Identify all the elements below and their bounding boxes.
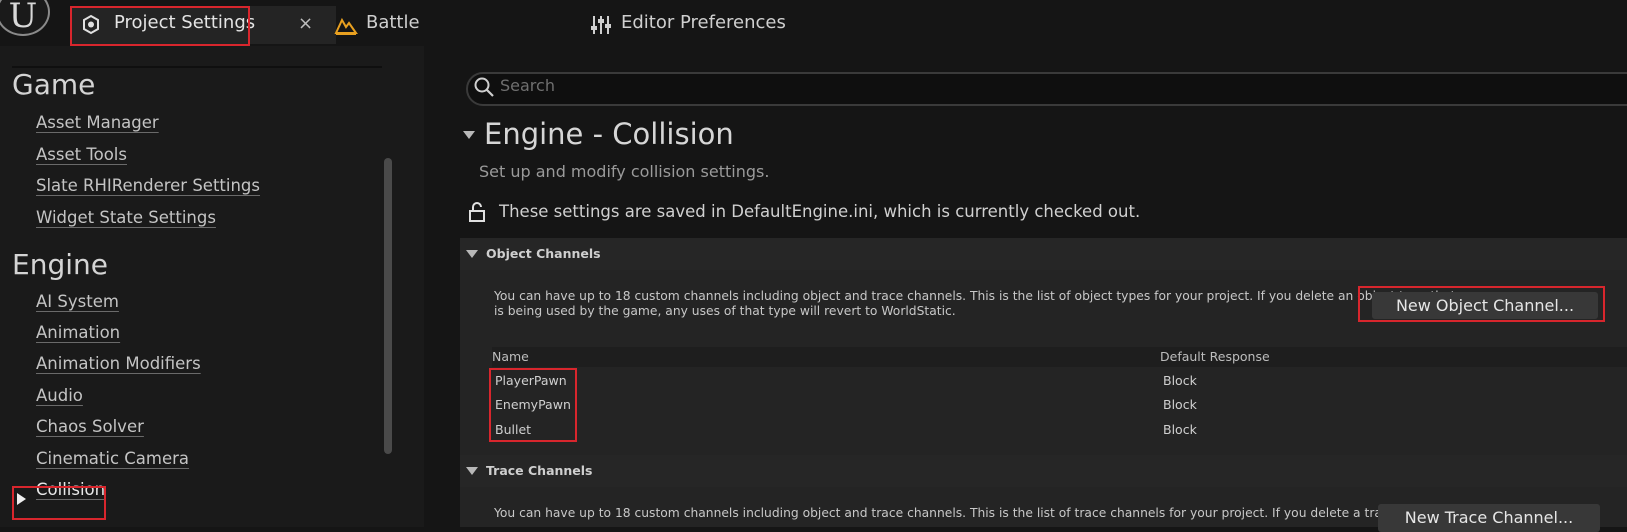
search-placeholder: Search (500, 76, 555, 95)
sidebar-item-chaos-solver[interactable]: Chaos Solver (36, 417, 144, 436)
unreal-logo-icon[interactable]: U (0, 0, 50, 36)
column-header-name[interactable]: Name (492, 349, 529, 364)
collapse-arrow-icon (466, 250, 478, 258)
channel-response: Block (1163, 397, 1197, 412)
sidebar-item-asset-manager[interactable]: Asset Manager (36, 113, 159, 132)
sidebar-scrollbar[interactable] (384, 158, 392, 454)
level-icon (334, 17, 358, 35)
search-icon (474, 77, 494, 97)
sidebar-item-animation-modifiers[interactable]: Animation Modifiers (36, 354, 201, 373)
section-heading-game: Game (12, 68, 96, 101)
category-object-channels[interactable]: Object Channels (460, 238, 1627, 270)
category-label: Trace Channels (486, 463, 593, 478)
unlock-icon (469, 202, 485, 222)
search-input[interactable] (466, 72, 1627, 106)
table-row[interactable]: Bullet Block (492, 418, 1627, 442)
channel-response: Block (1163, 373, 1197, 388)
sidebar-item-slate-rhirenderer[interactable]: Slate RHIRenderer Settings (36, 176, 260, 195)
collapse-arrow-icon (466, 467, 478, 475)
page-description: Set up and modify collision settings. (479, 162, 770, 181)
tab-label: Battle (366, 12, 420, 33)
collapse-arrow-icon[interactable] (463, 131, 475, 139)
new-trace-channel-button[interactable]: New Trace Channel... (1378, 504, 1600, 532)
category-trace-channels[interactable]: Trace Channels (460, 455, 1627, 487)
sidebar-item-widget-state[interactable]: Widget State Settings (36, 208, 216, 227)
table-row[interactable]: PlayerPawn Block (492, 369, 1627, 393)
sidebar-item-animation[interactable]: Animation (36, 323, 120, 342)
table-header: Name Default Response (492, 347, 1627, 367)
sidebar-item-ai-system[interactable]: AI System (36, 292, 119, 311)
trace-channels-desc-line1: You can have up to 18 custom channels in… (494, 506, 1449, 520)
sidebar-item-audio[interactable]: Audio (36, 386, 83, 405)
column-header-default-response[interactable]: Default Response (1160, 349, 1270, 364)
page-title: Engine - Collision (484, 117, 734, 151)
category-label: Object Channels (486, 246, 601, 261)
object-channels-desc-line2: is being used by the game, any uses of t… (494, 304, 956, 318)
button-highlight (1358, 286, 1605, 322)
sidebar-item-cinematic-camera[interactable]: Cinematic Camera (36, 449, 189, 468)
names-highlight (489, 368, 577, 442)
config-status-note: These settings are saved in DefaultEngin… (499, 202, 1141, 221)
selection-highlight (12, 486, 106, 520)
tab-highlight (70, 6, 250, 46)
object-channels-desc-line1: You can have up to 18 custom channels in… (494, 289, 1456, 303)
tab-project-settings[interactable]: Project Settings × (70, 6, 336, 46)
tab-editor-preferences[interactable]: Editor Preferences (591, 6, 840, 44)
sidebar-item-asset-tools[interactable]: Asset Tools (36, 145, 127, 164)
tab-battle[interactable]: Battle (334, 6, 576, 44)
sliders-icon (591, 16, 611, 34)
channel-response: Block (1163, 422, 1197, 437)
table-row[interactable]: EnemyPawn Block (492, 393, 1627, 417)
close-icon[interactable]: × (298, 13, 313, 34)
tab-label: Editor Preferences (621, 12, 786, 33)
section-heading-engine: Engine (12, 248, 108, 281)
